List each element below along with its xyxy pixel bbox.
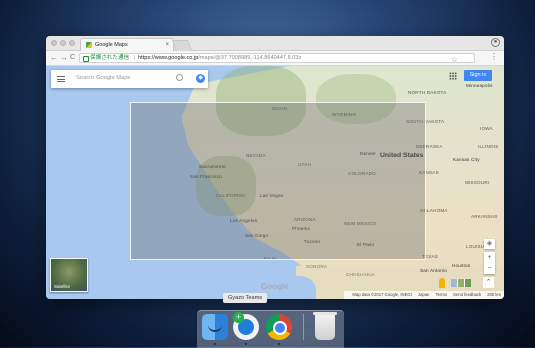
lock-icon — [83, 56, 89, 62]
street-view-pegman-icon[interactable] — [439, 278, 445, 288]
google-maps-favicon-icon — [86, 42, 92, 48]
attribution-text: Map data ©2017 Google, INEGI — [352, 292, 412, 297]
expand-icon[interactable]: ⌃ — [483, 277, 494, 288]
trash-icon[interactable] — [313, 312, 337, 340]
address-bar[interactable]: 保護された通信 | https://www.google.co.jp/maps/… — [79, 53, 475, 63]
search-icon[interactable] — [176, 74, 183, 81]
satellite-toggle[interactable]: Satellite — [50, 258, 88, 292]
scale-label[interactable]: 200 km — [487, 292, 501, 297]
attribution-region[interactable]: Japan — [418, 292, 429, 297]
dock-tooltip: Gyazo Teams — [223, 293, 267, 303]
satellite-label: Satellite — [54, 284, 71, 289]
map-label: IOWA — [480, 126, 493, 131]
map-label: ARKANSAS — [471, 214, 498, 219]
selection-overlay[interactable] — [130, 102, 426, 260]
map-label: CHIHUAHUA — [346, 272, 376, 277]
send-feedback-link[interactable]: Send feedback — [453, 292, 481, 297]
new-tab-button[interactable] — [171, 40, 193, 51]
map-canvas[interactable]: NORTH DAKOTA Minneapolis IDAHO WYOMING S… — [46, 66, 504, 299]
url-text: https://www.google.co.jp/maps/@37.700898… — [138, 54, 302, 62]
layer-thumbnails[interactable] — [451, 279, 471, 287]
browser-toolbar: ← → C 保護された通信 | https://www.google.co.jp… — [46, 51, 504, 66]
search-box[interactable]: Search Google Maps ◆ — [51, 70, 208, 88]
running-indicator — [214, 343, 216, 345]
zoom-in-button[interactable]: + — [484, 252, 495, 263]
gyazo-teams-icon[interactable] — [233, 312, 259, 340]
terms-link[interactable]: Terms — [436, 292, 447, 297]
zoom-out-button[interactable]: − — [484, 263, 495, 274]
url-path: /maps/@37.7008989,-114.8640447,5.03z — [198, 55, 302, 61]
search-input[interactable]: Search Google Maps — [76, 75, 130, 81]
apps-grid-icon[interactable] — [449, 72, 457, 80]
close-window-button[interactable] — [51, 40, 57, 46]
back-button[interactable]: ← — [50, 53, 58, 63]
bookmark-star-icon[interactable]: ☆ — [451, 55, 458, 62]
forward-button[interactable]: → — [60, 53, 68, 63]
sign-in-button[interactable]: Sign in — [464, 70, 492, 81]
url-host: https://www.google.co.jp — [138, 55, 199, 61]
map-attribution: Map data ©2017 Google, INEGI Japan Terms… — [344, 291, 504, 299]
minimize-window-button[interactable] — [60, 40, 66, 46]
reload-button[interactable]: C — [70, 53, 75, 63]
tab-title: Google Maps — [95, 42, 128, 48]
running-indicator — [245, 343, 247, 345]
map-label: Minneapolis — [466, 83, 493, 88]
map-label: ILLINOIS — [478, 144, 499, 149]
tab-close-icon[interactable]: × — [165, 39, 169, 51]
tab-bar: Google Maps × ● — [46, 36, 504, 51]
map-label: Kansas City — [453, 157, 480, 162]
dock-separator — [303, 314, 304, 340]
directions-icon[interactable]: ◆ — [196, 74, 205, 83]
secure-connection-label: 保護された通信 — [90, 55, 130, 61]
map-label: SONORA — [306, 264, 328, 269]
map-label: MISSOURI — [465, 180, 490, 185]
browser-menu-icon[interactable]: ⋮ — [490, 52, 498, 61]
url-separator: | — [134, 55, 136, 61]
profile-icon[interactable]: ● — [491, 38, 500, 47]
menu-icon[interactable] — [57, 76, 65, 82]
browser-window: Google Maps × ● ← → C 保護された通信 | https://… — [46, 36, 504, 299]
map-label: San Antonio — [420, 268, 447, 273]
finder-icon[interactable] — [202, 314, 228, 340]
map-label: Houston — [452, 263, 471, 268]
running-indicator — [278, 343, 280, 345]
compass-icon[interactable]: ◈ — [484, 239, 495, 249]
google-logo: Google — [261, 282, 289, 291]
zoom-window-button[interactable] — [69, 40, 75, 46]
map-label: NORTH DAKOTA — [408, 90, 447, 95]
chrome-icon[interactable] — [266, 314, 292, 340]
tab-google-maps[interactable]: Google Maps × — [80, 38, 174, 51]
